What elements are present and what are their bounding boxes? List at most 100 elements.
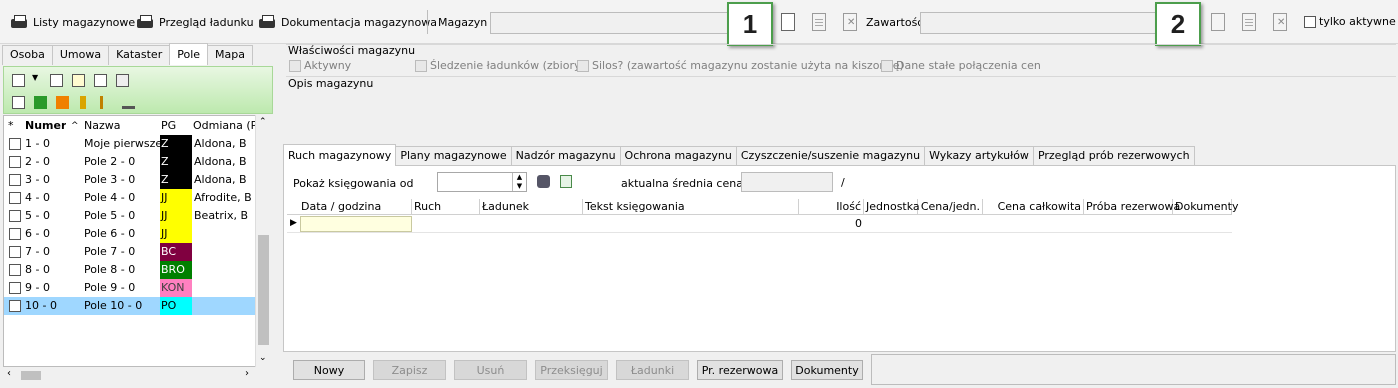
table-row[interactable]: 7 - 0 Pole 7 - 0 BC: [4, 243, 258, 261]
vertical-scrollbar[interactable]: ⌃ ⌄: [255, 115, 271, 368]
aktywny-checkbox[interactable]: Aktywny: [289, 59, 351, 72]
zawartosc-select[interactable]: [920, 12, 1160, 34]
col-nazwa[interactable]: Nazwa: [84, 117, 120, 135]
tab-ochrona-magazynu[interactable]: Ochrona magazynu: [619, 146, 737, 166]
new-document-icon[interactable]: [781, 13, 795, 31]
usun-button[interactable]: Usuń: [454, 360, 527, 380]
row-checkbox[interactable]: [9, 228, 21, 240]
refresh-icon[interactable]: [537, 175, 550, 188]
scroll-left-icon[interactable]: ‹: [7, 368, 11, 379]
tab-nadzor-magazynu[interactable]: Nadzór magazynu: [510, 146, 621, 166]
sledzenie-checkbox[interactable]: Śledzenie ładunków (zbiory): [415, 59, 585, 72]
tab-mapa[interactable]: Mapa: [207, 45, 253, 65]
row-checkbox[interactable]: [9, 156, 21, 168]
table-row[interactable]: 6 - 0 Pole 6 - 0 JJ: [4, 225, 258, 243]
row-checkbox[interactable]: [9, 174, 21, 186]
tab-czyszczenie[interactable]: Czyszczenie/suszenie magazynu: [735, 146, 926, 166]
row-checkbox[interactable]: [9, 264, 21, 276]
nowy-button[interactable]: Nowy: [293, 360, 365, 380]
excel-icon[interactable]: [560, 175, 572, 188]
row-checkbox[interactable]: [9, 210, 21, 222]
dokumenty-button[interactable]: Dokumenty: [791, 360, 863, 380]
przeglad-ladunku-button[interactable]: Przegląd ładunku: [136, 11, 254, 33]
report-icon[interactable]: [94, 74, 107, 87]
note-icon[interactable]: [12, 96, 25, 109]
new-icon[interactable]: [12, 74, 25, 87]
tab-pole[interactable]: Pole: [169, 43, 209, 65]
table-row[interactable]: 1 - 0 Moje pierwsze pZAldona, B: [4, 135, 258, 153]
numer-cell: 5 - 0: [25, 209, 50, 222]
tab-umowa[interactable]: Umowa: [51, 45, 110, 65]
tab-kataster[interactable]: Kataster: [108, 45, 171, 65]
row-checkbox[interactable]: [9, 192, 21, 204]
col-tekst[interactable]: Tekst księgowania: [583, 199, 799, 215]
tab-przeglad-prob[interactable]: Przegląd prób rezerwowych: [1032, 146, 1195, 166]
odmiana-cell: [194, 225, 256, 243]
pr-rezerwowa-button[interactable]: Pr. rezerwowa: [697, 360, 783, 380]
col-jednostka[interactable]: Jednostka: [864, 199, 920, 215]
ladunki-button[interactable]: Ładunki: [616, 360, 689, 380]
move-icon[interactable]: [34, 96, 47, 109]
dokumentacja-magazynowa-button[interactable]: Dokumentacja magazynowa: [258, 11, 437, 33]
split-icon[interactable]: [56, 96, 69, 109]
col-pg[interactable]: PG: [161, 117, 176, 135]
opis-textarea[interactable]: [286, 92, 1396, 142]
table-row[interactable]: 5 - 0 Pole 5 - 0 JJ Beatrix, B: [4, 207, 258, 225]
tab-osoba[interactable]: Osoba: [2, 45, 53, 65]
silos-checkbox[interactable]: Silos? (zawartość magazynu zostanie użyt…: [577, 59, 904, 72]
table-row[interactable]: 2 - 0 Pole 2 - 0 Z Aldona, B: [4, 153, 258, 171]
col-proba[interactable]: Próba rezerwowa: [1084, 199, 1180, 215]
scroll-up-icon[interactable]: ⌃: [259, 117, 267, 127]
col-ladunek[interactable]: Ładunek: [480, 199, 583, 215]
edit-content-document-icon[interactable]: [1242, 13, 1256, 31]
table-row[interactable]: 4 - 0 Pole 4 - 0 JJ Afrodite, B: [4, 189, 258, 207]
row-checkbox[interactable]: [9, 246, 21, 258]
document-icon[interactable]: [50, 74, 63, 87]
pencil-icon[interactable]: [80, 96, 86, 109]
ruch-grid-row[interactable]: ▶ 0: [287, 216, 1232, 233]
col-data[interactable]: Data / godzina: [299, 199, 412, 215]
row-checkbox[interactable]: [9, 300, 21, 312]
copy-icon[interactable]: [116, 74, 129, 87]
przeksieguj-button[interactable]: Przeksięguj: [535, 360, 608, 380]
tab-plany-magazynowe[interactable]: Plany magazynowe: [395, 146, 512, 166]
tree-icon[interactable]: [122, 96, 135, 109]
tylko-aktywne-checkbox[interactable]: tylko aktywne: [1304, 15, 1396, 28]
scroll-right-icon[interactable]: ›: [245, 368, 249, 379]
list-icon[interactable]: [100, 96, 113, 109]
dane-checkbox[interactable]: Dane stałe połączenia cen: [881, 59, 1041, 72]
table-row[interactable]: 10 - 0 Pole 10 - 0 PO: [4, 297, 258, 315]
date-from-input[interactable]: ▲ ▼: [437, 172, 527, 192]
new-content-document-icon[interactable]: [1211, 13, 1225, 31]
horizontal-scrollbar[interactable]: ‹ ›: [3, 367, 257, 383]
scroll-down-icon[interactable]: ⌄: [259, 353, 267, 363]
table-row[interactable]: 9 - 0 Pole 9 - 0 KON: [4, 279, 258, 297]
export-icon[interactable]: [72, 74, 85, 87]
zapisz-button[interactable]: Zapisz: [373, 360, 446, 380]
col-star[interactable]: *: [8, 117, 14, 135]
hscroll-thumb[interactable]: [21, 371, 41, 380]
checkbox-box[interactable]: [1304, 15, 1316, 28]
magazyn-select[interactable]: [490, 12, 730, 34]
odmiana-cell: [194, 297, 256, 315]
table-row[interactable]: 3 - 0 Pole 3 - 0 Z Aldona, B: [4, 171, 258, 189]
scroll-thumb[interactable]: [258, 235, 269, 345]
delete-document-icon[interactable]: ✕: [843, 13, 857, 31]
tab-wykazy-artykulow[interactable]: Wykazy artykułów: [924, 146, 1034, 166]
listy-magazynowe-button[interactable]: Listy magazynowe: [10, 11, 135, 33]
row-checkbox[interactable]: [9, 282, 21, 294]
col-cena-calkowita[interactable]: Cena całkowita: [983, 199, 1084, 215]
col-ruch[interactable]: Ruch: [412, 199, 480, 215]
col-cena-jedn[interactable]: Cena/jedn.: [918, 199, 983, 215]
edit-document-icon[interactable]: [812, 13, 826, 31]
col-numer[interactable]: Numer: [25, 117, 66, 135]
col-dokumenty[interactable]: Dokumenty: [1173, 199, 1238, 215]
row-checkbox[interactable]: [9, 138, 21, 150]
table-row[interactable]: 8 - 0 Pole 8 - 0 BRO: [4, 261, 258, 279]
tab-ruch-magazynowy[interactable]: Ruch magazynowy: [283, 144, 397, 166]
col-ilosc[interactable]: Ilość: [799, 199, 864, 215]
date-cell-editor[interactable]: [300, 216, 412, 232]
spinner-icon[interactable]: ▲ ▼: [512, 173, 526, 191]
delete-content-document-icon[interactable]: ✕: [1273, 13, 1287, 31]
dropdown-arrow-icon[interactable]: ▼: [32, 73, 38, 82]
